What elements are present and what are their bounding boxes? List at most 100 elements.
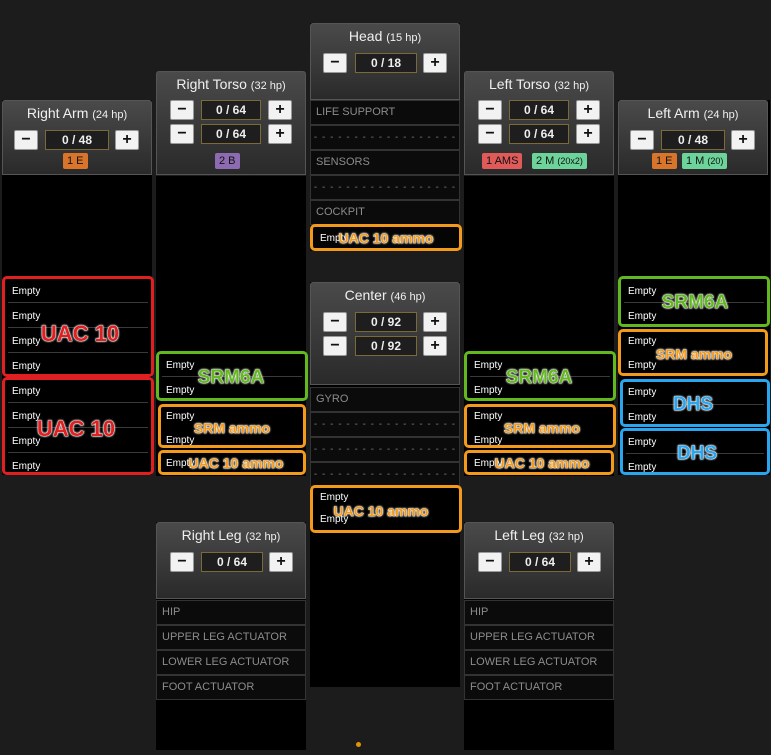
left-torso-hp: (32 hp) [554,80,589,92]
plus-icon[interactable]: + [268,100,292,120]
slot[interactable]: HIP [156,600,306,625]
right-leg-armor-control: − 0 / 64 + [170,552,294,572]
right-torso-rear-armor-control: − 0 / 64 + [170,124,294,144]
left-arm-name: Left Arm [647,105,700,121]
head-hp: (15 hp) [386,32,422,44]
slot[interactable]: UPPER LEG ACTUATOR [156,625,306,650]
left-leg-header: Left Leg (32 hp) − 0 / 64 + [464,522,614,599]
minus-icon[interactable]: − [630,130,654,150]
slot[interactable]: Empty [7,279,40,304]
right-leg-hp: (32 hp) [245,531,281,543]
right-torso-hp: (32 hp) [250,80,286,92]
slot[interactable]: COCKPIT [310,200,460,225]
left-arm-item-1[interactable]: Empty Empty SRM6A [618,276,770,327]
slot[interactable]: Empty [7,379,40,404]
right-arm-name: Right Arm [26,105,89,121]
minus-icon[interactable]: − [170,100,194,120]
right-torso-rear-armor-value: 0 / 64 [201,124,261,144]
right-leg-name: Right Leg [181,527,242,543]
slot[interactable]: LOWER LEG ACTUATOR [464,650,614,675]
plus-icon[interactable]: + [577,552,601,572]
plus-icon[interactable]: + [423,53,447,73]
right-leg-header: Right Leg (32 hp) − 0 / 64 + [156,522,306,599]
plus-icon[interactable]: + [576,124,600,144]
slot[interactable]: LIFE SUPPORT [310,100,460,125]
right-torso-item-3[interactable]: Empty UAC 10 ammo [158,450,306,475]
minus-icon[interactable]: − [478,100,502,120]
minus-icon[interactable]: − [478,124,502,144]
center-item-1[interactable]: Empty Empty UAC 10 ammo [310,485,462,533]
left-leg-panel: Left Leg (32 hp) − 0 / 64 + HIP UPPER LE… [464,522,614,750]
left-arm-title: Left Arm (24 hp) [619,105,767,121]
plus-icon[interactable]: + [423,336,447,356]
head-item-1[interactable]: Empty UAC 10 ammo [310,224,462,251]
slot[interactable]: Empty [623,380,656,405]
minus-icon[interactable]: − [478,552,502,572]
slot[interactable]: - - - - - - - - - - - - - - - - - - [310,437,460,462]
center-rear-armor-control: − 0 / 92 + [323,336,449,356]
left-torso-item-3[interactable]: Empty UAC 10 ammo [464,450,614,475]
left-torso-item-1[interactable]: Empty Empty SRM6A [464,351,616,401]
right-torso-item-2[interactable]: Empty Empty SRM ammo [158,404,306,448]
left-leg-hp: (32 hp) [548,531,584,543]
minus-icon[interactable]: − [323,312,347,332]
item-label: UAC 10 ammo [494,455,590,472]
slot[interactable]: - - - - - - - - - - - - - - - - - - [310,412,460,437]
right-torso-front-armor-control: − 0 / 64 + [170,100,294,120]
left-torso-rear-armor-value: 0 / 64 [509,124,569,144]
slot[interactable]: GYRO [310,387,460,412]
right-leg-armor-value: 0 / 64 [201,552,263,572]
left-arm-item-2[interactable]: Empty Empty SRM ammo [618,329,768,376]
left-arm-item-3[interactable]: Empty Empty DHS [620,379,770,427]
slot[interactable]: Empty [7,354,40,379]
right-arm-panel: Right Arm (24 hp) − 0 / 48 + 1 E Empty E… [2,100,154,475]
slot[interactable]: Empty [623,430,656,455]
minus-icon[interactable]: − [170,552,194,572]
slot[interactable]: SENSORS [310,150,460,175]
slot[interactable]: Empty [623,455,656,480]
item-label: UAC 10 [40,321,120,347]
item-label: SRM6A [197,367,265,389]
plus-icon[interactable]: + [115,130,139,150]
slot[interactable]: - - - - - - - - - - - - - - - - - - [310,125,460,150]
slot[interactable]: Empty [623,279,656,304]
slot[interactable]: Empty [623,304,656,329]
head-armor-control: − 0 / 18 + [323,53,449,73]
head-panel: Head (15 hp) − 0 / 18 + LIFE SUPPORT - -… [310,23,462,251]
left-torso-name: Left Torso [489,76,551,92]
slot[interactable]: Empty [7,454,40,479]
left-arm-item-4[interactable]: Empty Empty DHS [620,428,770,475]
slot[interactable]: - - - - - - - - - - - - - - - - - - [310,175,460,200]
badge-sub: (20x2) [557,156,583,166]
slot[interactable]: FOOT ACTUATOR [156,675,306,700]
slot[interactable]: HIP [464,600,614,625]
plus-icon[interactable]: + [268,124,292,144]
badge-sub: (20) [707,156,724,166]
left-arm-hp: (24 hp) [703,109,739,121]
right-torso-item-1[interactable]: Empty Empty SRM6A [156,351,308,401]
center-front-armor-control: − 0 / 92 + [323,312,449,332]
plus-icon[interactable]: + [576,100,600,120]
right-torso-title: Right Torso (32 hp) [157,76,305,92]
slot[interactable]: LOWER LEG ACTUATOR [156,650,306,675]
left-torso-item-2[interactable]: Empty Empty SRM ammo [464,404,616,448]
minus-icon[interactable]: − [14,130,38,150]
slot[interactable]: UPPER LEG ACTUATOR [464,625,614,650]
head-name: Head [348,28,383,44]
minus-icon[interactable]: − [323,53,347,73]
plus-icon[interactable]: + [423,312,447,332]
slot[interactable]: Empty [623,405,656,430]
slot[interactable]: - - - - - - - - - - - - - - - - - - [310,462,460,487]
minus-icon[interactable]: − [323,336,347,356]
center-name: Center [344,287,387,303]
plus-icon[interactable]: + [269,552,293,572]
plus-icon[interactable]: + [731,130,755,150]
right-arm-item-1[interactable]: Empty Empty Empty Empty UAC 10 [2,276,154,377]
left-arm-header: Left Arm (24 hp) − 0 / 48 + 1 E 1 M (20) [618,100,768,175]
right-arm-item-2[interactable]: Empty Empty Empty Empty UAC 10 [2,377,154,475]
left-arm-missile-badge: 1 M (20) [682,153,728,169]
item-label: UAC 10 ammo [338,230,434,247]
left-leg-armor-value: 0 / 64 [509,552,571,572]
slot[interactable]: FOOT ACTUATOR [464,675,614,700]
minus-icon[interactable]: − [170,124,194,144]
